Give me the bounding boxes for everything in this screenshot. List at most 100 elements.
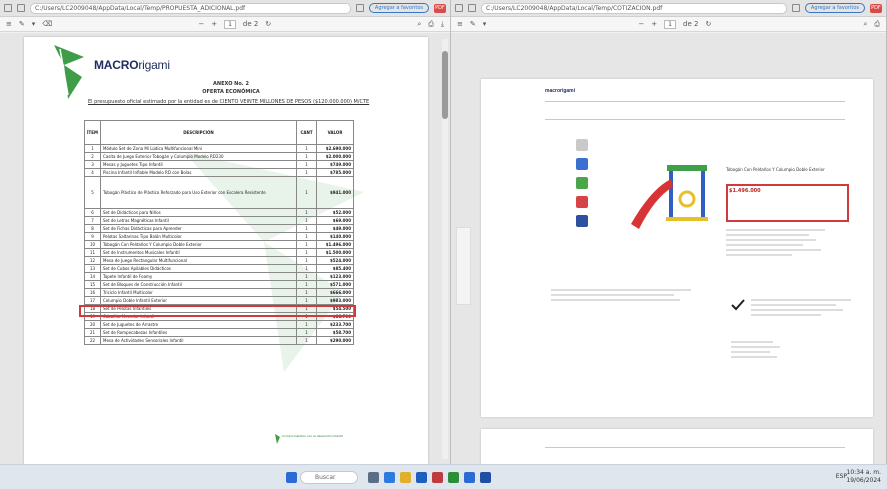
- left-scroll-thumb[interactable]: [442, 51, 448, 119]
- table-cell-desc: Set de Bloques de Construcción Infantil: [100, 280, 297, 289]
- table-row: 21 Set de Rompecabezas Infantiles 1 $58.700: [84, 328, 354, 337]
- draw-icon[interactable]: ✎: [470, 20, 476, 28]
- sidebar-toggle-icon[interactable]: [4, 4, 12, 12]
- favorite-star-icon[interactable]: [355, 4, 364, 12]
- table-row: 3 Mesas y Juguetes Tipo Infantil 1 $749.000: [84, 160, 354, 169]
- table-cell-n: 5: [84, 176, 101, 209]
- details-lines: [551, 289, 691, 304]
- table-cell-desc: Tobogán Con Peldaños Y Columpio Doble Ex…: [100, 240, 297, 249]
- table-cell-v: $2.000.000: [316, 152, 354, 161]
- product-thumbnails[interactable]: [576, 139, 590, 234]
- page-number-input[interactable]: 1: [664, 19, 676, 29]
- highlight-icon[interactable]: ▾: [483, 20, 487, 28]
- search-icon[interactable]: ⌕: [863, 20, 867, 29]
- zoom-out-icon[interactable]: −: [638, 20, 644, 28]
- menu-icon[interactable]: ≡: [457, 20, 463, 28]
- table-cell-desc: Triciclo Infantil Multicolor: [100, 288, 297, 297]
- store-icon[interactable]: [416, 472, 427, 483]
- zoom-in-icon[interactable]: +: [211, 20, 217, 28]
- page-count: de 2: [242, 20, 259, 28]
- search-icon[interactable]: ⌕: [417, 20, 421, 29]
- table-cell-desc: Mesa de Juego Rectangular Multifuncional: [100, 256, 297, 265]
- table-cell-u: 1: [296, 288, 317, 297]
- print-icon[interactable]: ⎙: [428, 20, 434, 29]
- right-browser-window: C:/Users/LC2009048/AppData/Local/Temp/CO…: [451, 0, 887, 474]
- table-cell-v: $290.000: [316, 336, 354, 345]
- table-row: 20 Set de Juguetes de Arrastre 1 $233.700: [84, 320, 354, 329]
- right-url-field[interactable]: C:/Users/LC2009048/AppData/Local/Temp/CO…: [481, 2, 787, 14]
- chrome-icon[interactable]: [448, 472, 459, 483]
- table-cell-v: $233.700: [316, 320, 354, 329]
- favorite-star-icon[interactable]: [791, 4, 800, 12]
- start-icon[interactable]: [286, 472, 297, 483]
- rotate-icon[interactable]: ↻: [705, 20, 711, 28]
- left-favorites-button[interactable]: Agregar a favoritos: [368, 3, 429, 13]
- clock[interactable]: 10:34 a. m. 19/06/2024: [846, 469, 881, 485]
- save-icon[interactable]: ⤓: [441, 20, 444, 29]
- table-cell-v: $58.700: [316, 328, 354, 337]
- annex-heading: ANEXO No. 2: [213, 81, 249, 87]
- right-pdf-viewer[interactable]: macrorigami Tobogán Con Peldaños Y Colum…: [451, 33, 886, 474]
- right-favorites-button[interactable]: Agregar a favoritos: [804, 3, 865, 13]
- table-cell-desc: Casita de Juego Exterior Tobogán y Colum…: [100, 152, 297, 161]
- pdf-app-icon[interactable]: [432, 472, 443, 483]
- menu-icon[interactable]: ≡: [6, 20, 12, 28]
- pdf-icon: PDF: [870, 3, 882, 13]
- brand-logo: MACROrigami: [94, 58, 170, 72]
- table-cell-n: 12: [84, 256, 101, 265]
- left-pdf-viewer[interactable]: MACROrigami ANEXO No. 2 OFERTA ECONÓMICA…: [0, 33, 450, 464]
- page-number-input[interactable]: 1: [224, 19, 236, 29]
- pdf-icon: PDF: [434, 3, 446, 13]
- left-url-field[interactable]: C:/Users/LC2009048/AppData/Local/Temp/PR…: [30, 2, 351, 14]
- table-cell-v: $85.400: [316, 264, 354, 273]
- table-cell-u: 1: [296, 224, 317, 233]
- table-cell-u: 1: [296, 232, 317, 241]
- right-address-bar: C:/Users/LC2009048/AppData/Local/Temp/CO…: [451, 0, 886, 17]
- erase-icon[interactable]: ⌫: [42, 20, 52, 28]
- footer-text: Comprometidos con el desarrollo infantil: [282, 434, 343, 438]
- thumbnail-4[interactable]: [576, 196, 588, 208]
- explorer-icon[interactable]: [400, 472, 411, 483]
- thumbnail-2[interactable]: [576, 158, 588, 170]
- table-cell-v: $983.000: [316, 296, 354, 305]
- print-icon[interactable]: ⎙: [874, 20, 880, 29]
- rotate-icon[interactable]: ↻: [265, 20, 271, 28]
- left-scrollbar[interactable]: [442, 39, 448, 459]
- task-view-icon[interactable]: [368, 472, 379, 483]
- highlight-box: [79, 305, 356, 317]
- thumbnail-3[interactable]: [576, 177, 588, 189]
- table-cell-n: 10: [84, 240, 101, 249]
- left-browser-window: C:/Users/LC2009048/AppData/Local/Temp/PR…: [0, 0, 451, 464]
- store-logo: macrorigami: [545, 88, 576, 94]
- table-cell-u: 1: [296, 272, 317, 281]
- thumbnail-5[interactable]: [576, 215, 588, 227]
- table-cell-v: $69.000: [316, 216, 354, 225]
- outlook-icon[interactable]: [464, 472, 475, 483]
- thumbnail-1[interactable]: [576, 139, 588, 151]
- taskbar-search[interactable]: Buscar: [300, 471, 358, 484]
- table-cell-desc: Pelotas Saltarinas Tipo Balón Multicolor: [100, 232, 297, 241]
- draw-icon[interactable]: ✎: [19, 20, 25, 28]
- table-cell-v: $140.000: [316, 232, 354, 241]
- table-cell-desc: Set de Instrumentos Musicales Infantil: [100, 248, 297, 257]
- col-item: ÍTEM: [84, 120, 101, 145]
- table-cell-n: 11: [84, 248, 101, 257]
- highlight-icon[interactable]: ▾: [32, 20, 36, 28]
- thumbnail-panel[interactable]: [456, 227, 471, 305]
- table-cell-n: 15: [84, 280, 101, 289]
- sidebar-toggle-icon[interactable]: [455, 4, 463, 12]
- table-cell-n: 17: [84, 296, 101, 305]
- table-row: 14 Tapete Infantil de Foamy 1 $123.000: [84, 272, 354, 281]
- web-capture-page: macrorigami Tobogán Con Peldaños Y Colum…: [481, 79, 873, 417]
- table-cell-desc: Set de Juguetes de Arrastre: [100, 320, 297, 329]
- edge-icon[interactable]: [384, 472, 395, 483]
- zoom-out-icon[interactable]: −: [198, 20, 204, 28]
- language-indicator[interactable]: ESP: [836, 473, 847, 480]
- table-cell-desc: Set de Didácticos para Niños: [100, 208, 297, 217]
- zoom-in-icon[interactable]: +: [651, 20, 657, 28]
- pdf-page: MACROrigami ANEXO No. 2 OFERTA ECONÓMICA…: [24, 37, 428, 464]
- word-icon[interactable]: [480, 472, 491, 483]
- table-cell-u: 1: [296, 296, 317, 305]
- col-desc: DESCRIPCIÓN: [100, 120, 297, 145]
- table-cell-v: $666.000: [316, 288, 354, 297]
